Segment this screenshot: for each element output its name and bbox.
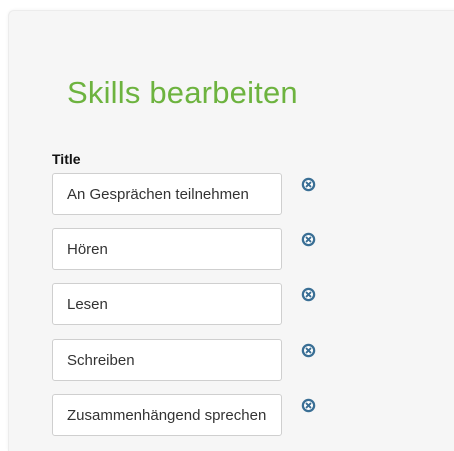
remove-circle-icon bbox=[301, 232, 316, 247]
remove-skill-button[interactable] bbox=[301, 287, 316, 302]
remove-skill-button[interactable] bbox=[301, 232, 316, 247]
page-title: Skills bearbeiten bbox=[67, 75, 298, 110]
remove-circle-icon bbox=[301, 177, 316, 192]
remove-circle-icon bbox=[301, 343, 316, 358]
skill-title-input[interactable] bbox=[52, 339, 282, 381]
remove-circle-icon bbox=[301, 287, 316, 302]
remove-circle-icon bbox=[301, 398, 316, 413]
remove-skill-button[interactable] bbox=[301, 343, 316, 358]
remove-skill-button[interactable] bbox=[301, 177, 316, 192]
skill-title-input[interactable] bbox=[52, 394, 282, 436]
title-field-label: Title bbox=[52, 151, 81, 167]
skill-title-input[interactable] bbox=[52, 283, 282, 325]
remove-skill-button[interactable] bbox=[301, 398, 316, 413]
skill-title-input[interactable] bbox=[52, 228, 282, 270]
skill-title-input[interactable] bbox=[52, 173, 282, 215]
